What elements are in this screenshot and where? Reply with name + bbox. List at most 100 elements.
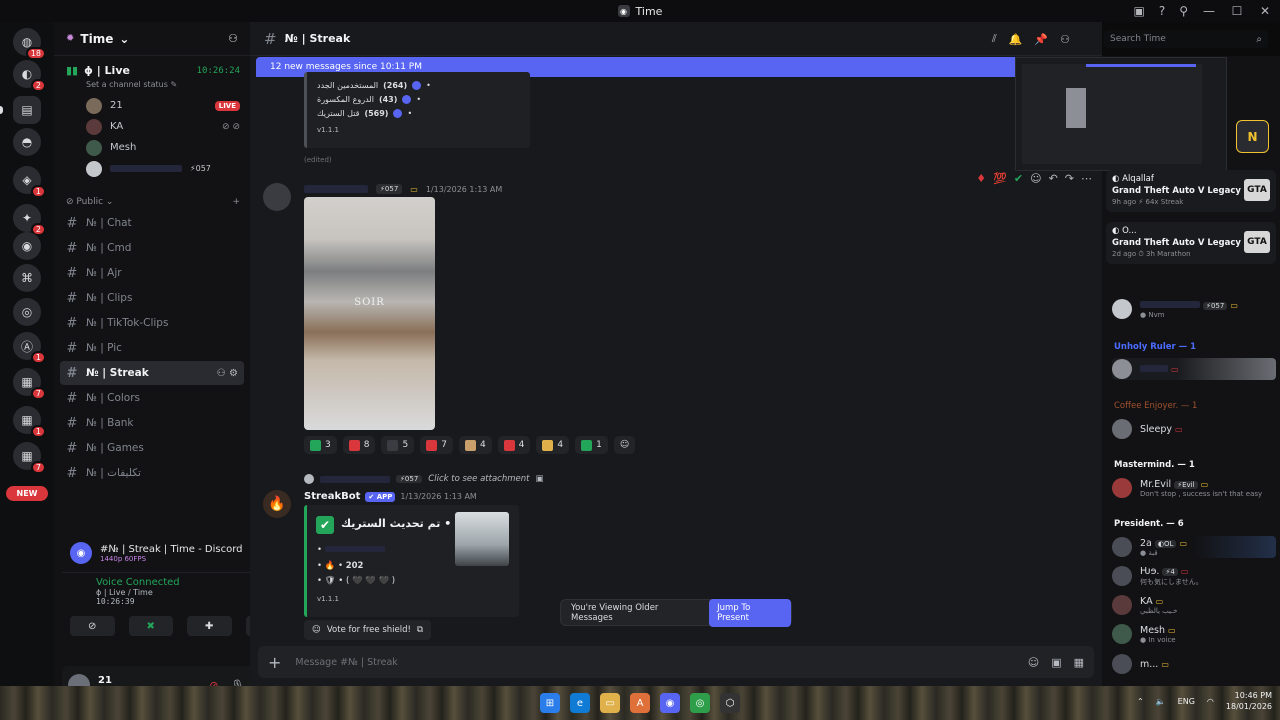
member-item[interactable]: 2a ◐OL ▭ ● قبة [1112, 536, 1276, 558]
close-button[interactable]: ✕ [1258, 4, 1272, 18]
pin-icon[interactable]: ⚲ [1179, 4, 1188, 18]
direct-messages-icon[interactable]: ◍ 18 [13, 28, 46, 60]
reaction-chip[interactable]: 8 [342, 436, 376, 454]
member-item[interactable]: KA ▭ خـيب يالظبي [1112, 594, 1276, 616]
more-icon[interactable]: ⋯ [1081, 172, 1092, 185]
channel-item[interactable]: # № | Pic [60, 336, 244, 360]
forward-icon[interactable]: ↷ [1065, 172, 1074, 185]
discord-icon[interactable]: ◉ [660, 693, 680, 713]
emoji-icon[interactable]: ☺ [1028, 656, 1039, 669]
reaction-chip[interactable]: 5 [381, 436, 415, 454]
add-reaction-icon[interactable]: ☺ [1030, 172, 1041, 185]
chrome-icon[interactable]: ◎ [690, 693, 710, 713]
reaction-100-icon[interactable]: 💯 [993, 172, 1007, 185]
reaction-chip[interactable]: 1 [575, 436, 608, 454]
help-icon[interactable]: ? [1159, 4, 1165, 18]
embed-thumbnail[interactable] [455, 512, 509, 566]
activities-button[interactable]: ✚ [187, 616, 232, 636]
voice-user[interactable]: ⚡057 [66, 158, 240, 179]
server-icon[interactable]: ✦ 2 [13, 204, 46, 236]
screen-share-button[interactable]: ✖ [128, 616, 173, 636]
server-icon[interactable]: ◓ [13, 128, 41, 156]
inbox-icon[interactable]: ▣ [1133, 4, 1144, 18]
server-icon[interactable]: Ⓐ 1 [13, 332, 46, 364]
voice-user[interactable]: KA ⊘ ⊘ [66, 116, 240, 137]
speaker-icon[interactable]: 🔈 [1156, 697, 1166, 706]
reaction-chip[interactable]: 7 [420, 436, 453, 454]
reply-icon[interactable]: ↶ [1049, 172, 1058, 185]
search-icon[interactable]: ⌕ [1256, 34, 1262, 45]
edge-icon[interactable]: e [570, 693, 590, 713]
member-item[interactable]: m... ▭ [1112, 653, 1276, 675]
start-icon[interactable]: ⊞ [540, 693, 560, 713]
language-indicator[interactable]: ENG [1178, 697, 1195, 706]
jump-to-present-button[interactable]: Jump To Present [709, 598, 791, 627]
video-off-button[interactable]: ⊘ [70, 616, 115, 636]
activity-card[interactable]: ◐ Alqallaf Grand Theft Auto V Legacy 9h … [1106, 170, 1276, 212]
hidden-username[interactable] [304, 185, 368, 193]
image-attachment[interactable]: SOIR [304, 197, 435, 430]
voice-channel-live[interactable]: ▮▮ ɸ | Live 10:26:24 [66, 64, 240, 77]
threads-icon[interactable]: ⫽ [992, 32, 997, 46]
voice-user[interactable]: Mesh [66, 137, 240, 158]
voice-user[interactable]: 21 LIVE [66, 95, 240, 116]
apps-icon[interactable]: ▦ [1074, 656, 1084, 669]
app-icon[interactable]: A [630, 693, 650, 713]
reaction-chip[interactable]: 4 [497, 436, 531, 454]
reaction-chip[interactable]: 4 [458, 436, 492, 454]
activity-card[interactable]: ◐ O... Grand Theft Auto V Legacy 2d ago … [1106, 222, 1276, 264]
reaction-quick-icon[interactable]: ♦ [976, 172, 986, 185]
channel-item[interactable]: # № | Clips [60, 286, 244, 310]
clock[interactable]: 10:46 PM 18/01/2026 [1226, 690, 1272, 712]
new-servers-pill[interactable]: NEW [6, 486, 48, 501]
channel-status-input[interactable]: Set a channel status ✎ [86, 80, 240, 89]
category-public[interactable]: ⊘ Public ⌄ + [54, 179, 250, 211]
member-item[interactable]: Ƕɘ. ⚡4 ▭ 何も気にしません。 [1112, 565, 1276, 587]
server-folder[interactable]: ▦ 7 [13, 368, 46, 400]
server-folder[interactable]: ▦ 1 [13, 406, 46, 438]
avatar[interactable] [263, 183, 291, 211]
reaction-chip[interactable]: 3 [304, 436, 337, 454]
reaction-chip[interactable]: 4 [536, 436, 570, 454]
server-icon-time[interactable]: ▤ [13, 96, 41, 124]
server-icon[interactable]: ◉ [13, 232, 41, 260]
channel-settings-icon[interactable]: ⚇ ⚙ [217, 368, 238, 379]
gif-icon[interactable]: ▣ [1051, 656, 1061, 669]
member-item[interactable]: Mesh ▭ ● In voice [1112, 623, 1276, 645]
server-icon[interactable]: ◎ [13, 298, 41, 326]
bot-name[interactable]: StreakBot [304, 491, 360, 502]
server-icon[interactable]: ◐ 2 [13, 60, 46, 92]
member-item[interactable]: ▭ [1112, 358, 1276, 380]
chevron-up-icon[interactable]: ⌃ [1137, 697, 1144, 706]
add-reaction-icon[interactable]: ☺ [613, 436, 636, 454]
vote-button[interactable]: ☺ Vote for free shield! ⧉ [304, 620, 431, 640]
reaction-check-icon[interactable]: ✔ [1014, 172, 1023, 185]
add-member-icon[interactable]: ⚇ [228, 32, 238, 45]
channel-item[interactable]: # № | Colors [60, 386, 244, 410]
member-list-icon[interactable]: ⚇ [1060, 33, 1070, 46]
message-input[interactable] [295, 656, 1014, 668]
channel-item[interactable]: # № | Games [60, 436, 244, 460]
app-icon[interactable]: ⬡ [720, 693, 740, 713]
server-icon[interactable]: ◈ 1 [13, 166, 46, 198]
bot-avatar[interactable]: 🔥 [263, 490, 291, 518]
channel-item[interactable]: # № | Chat [60, 211, 244, 235]
server-icon[interactable]: ⌘ [13, 264, 41, 292]
member-item[interactable]: Sleepy ▭ [1112, 418, 1276, 440]
member-item[interactable]: Mr.Evil ⚡Evil ▭ Don't stop , success isn… [1112, 477, 1276, 499]
channel-item[interactable]: # № | Cmd [60, 236, 244, 260]
channel-item[interactable]: # № | Ajr [60, 261, 244, 285]
maximize-button[interactable]: ☐ [1230, 4, 1244, 18]
guild-header[interactable]: ✹ Time ⌄ ⚇ [54, 22, 250, 56]
folder-icon[interactable]: ▭ [600, 693, 620, 713]
wifi-icon[interactable]: ◠ [1207, 697, 1214, 706]
reply-reference[interactable]: ⚡057 Click to see attachment ▣ [304, 474, 543, 484]
channel-item[interactable]: # № | تكليفات [60, 461, 244, 485]
app-tile-icon[interactable]: N [1236, 120, 1269, 153]
channel-item[interactable]: # № | Streak ⚇ ⚙ [60, 361, 244, 385]
add-attachment-icon[interactable]: + [268, 653, 281, 672]
stream-preview-thumbnail[interactable] [1015, 57, 1227, 171]
voice-connected-channel[interactable]: ɸ | Live / Time [96, 588, 180, 597]
add-channel-icon[interactable]: + [232, 197, 240, 207]
channel-item[interactable]: # № | TikTok-Clips [60, 311, 244, 335]
